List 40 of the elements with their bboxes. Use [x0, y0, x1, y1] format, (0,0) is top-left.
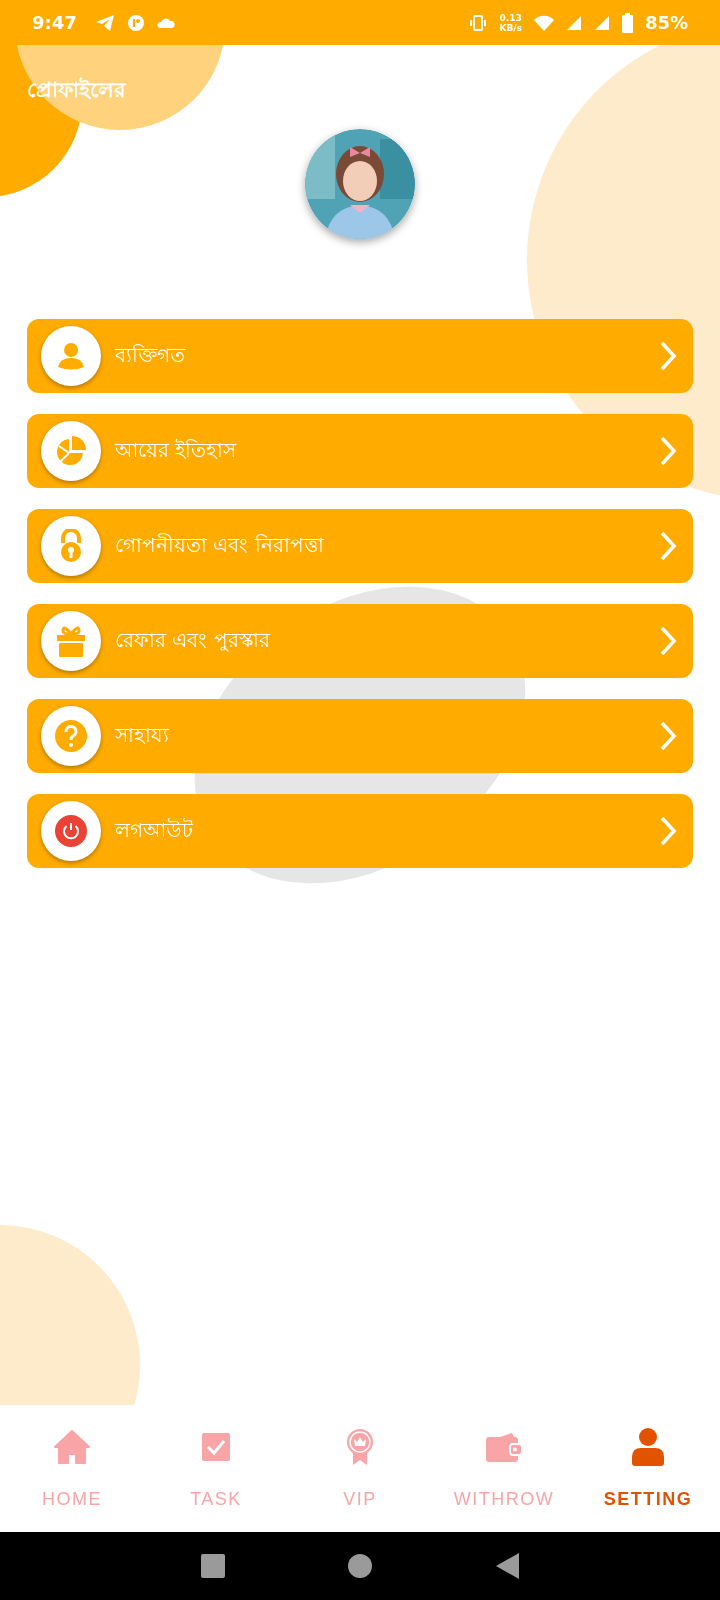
vibrate-icon [469, 14, 488, 31]
help-icon [54, 719, 88, 753]
clock-time: 9:47 [32, 12, 77, 33]
nav-tab[interactable]: HOME [0, 1405, 144, 1532]
network-speed: 0.13 KB/s [499, 12, 522, 33]
menu-item[interactable]: রেফার এবং পুরস্কার [27, 604, 693, 678]
app-icon [126, 13, 145, 32]
signal-icon [593, 14, 610, 31]
chevron-right-icon [659, 815, 677, 847]
battery-percent: 85% [644, 12, 688, 33]
gift-icon [55, 624, 87, 658]
person-icon [631, 1427, 665, 1467]
recents-icon[interactable] [201, 1554, 226, 1578]
pie-chart-icon [54, 434, 88, 468]
signal-icon [565, 14, 582, 31]
battery-icon [621, 12, 633, 33]
wifi-icon [533, 14, 554, 31]
power-icon [55, 815, 87, 847]
chevron-right-icon [659, 530, 677, 562]
nav-tab[interactable]: WITHROW [432, 1405, 576, 1532]
home-icon [53, 1427, 91, 1467]
person-icon [55, 340, 87, 372]
chevron-right-icon [659, 435, 677, 467]
chevron-right-icon [659, 340, 677, 372]
nav-tab[interactable]: TASK [144, 1405, 288, 1532]
home-button-icon[interactable] [348, 1554, 372, 1578]
lock-icon [58, 529, 84, 563]
nav-tab[interactable]: SETTING [576, 1405, 720, 1532]
back-icon[interactable] [494, 1553, 519, 1579]
menu-item[interactable]: গোপনীয়তা এবং নিরাপত্তা [27, 509, 693, 583]
award-ribbon-icon [346, 1427, 374, 1467]
chevron-right-icon [659, 720, 677, 752]
telegram-icon [94, 13, 115, 32]
nav-tab[interactable]: VIP [288, 1405, 432, 1532]
menu-item[interactable]: ব্যক্তিগত [27, 319, 693, 393]
cloud-icon [156, 16, 175, 29]
menu-item[interactable]: আয়ের ইতিহাস [27, 414, 693, 488]
menu-item[interactable]: লগআউট [27, 794, 693, 868]
chevron-right-icon [659, 625, 677, 657]
menu-item[interactable]: সাহায্য [27, 699, 693, 773]
